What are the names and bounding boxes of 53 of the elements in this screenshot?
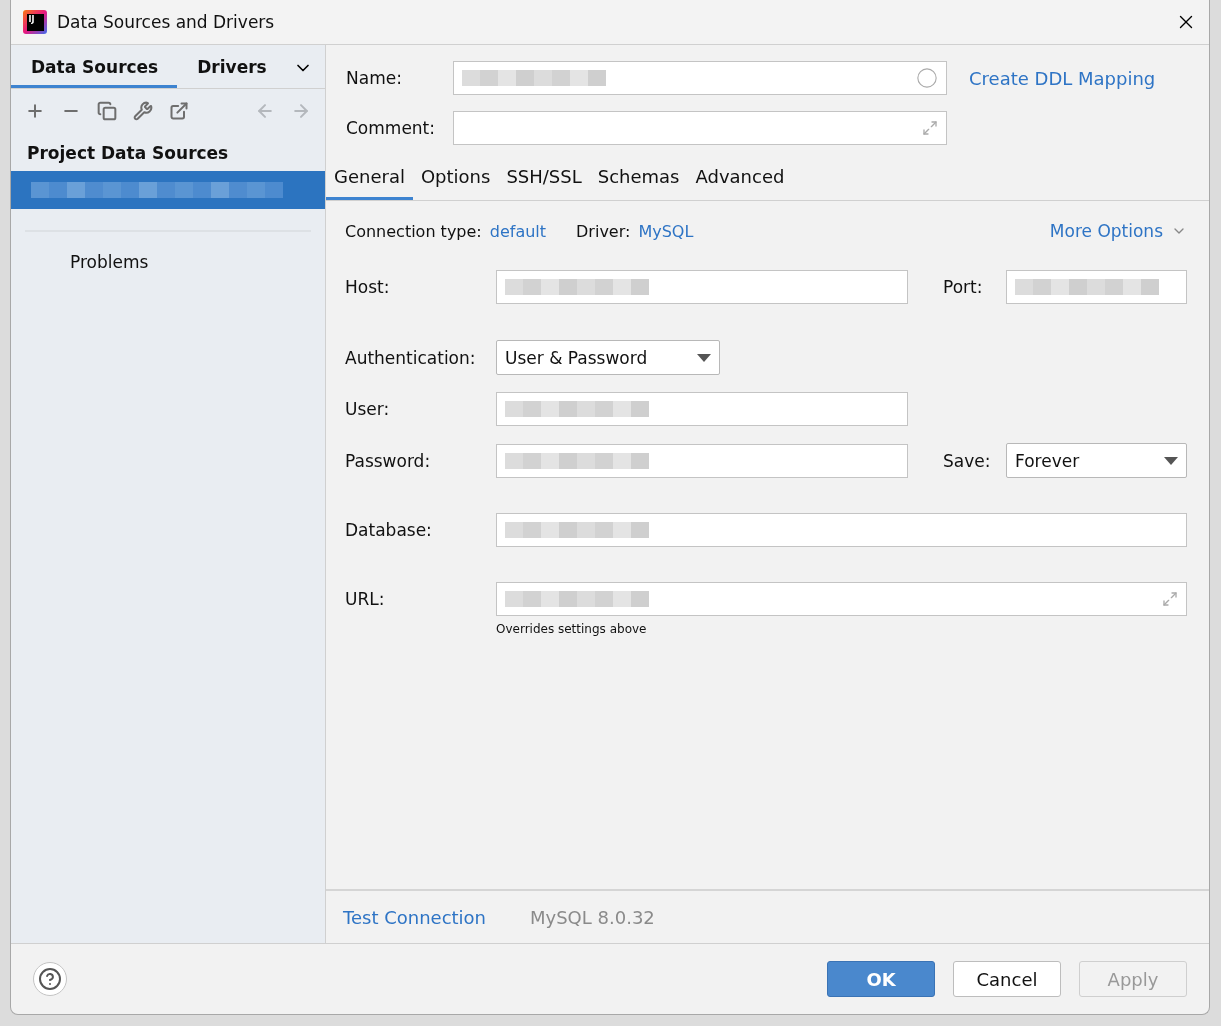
problems-item[interactable]: Problems bbox=[11, 252, 325, 272]
text-field[interactable] bbox=[496, 392, 908, 426]
tab[interactable]: General bbox=[326, 160, 413, 200]
dialog-button[interactable]: Cancel bbox=[953, 961, 1061, 997]
field-label: Save: bbox=[943, 450, 992, 471]
text-field[interactable] bbox=[496, 582, 1187, 616]
wrench-icon[interactable] bbox=[133, 101, 153, 121]
dropdown[interactable]: Forever bbox=[1006, 443, 1187, 478]
expand-icon[interactable] bbox=[1162, 591, 1178, 607]
expand-icon[interactable] bbox=[922, 120, 938, 136]
text-field[interactable] bbox=[496, 513, 1187, 547]
dialog-button[interactable]: OK bbox=[827, 961, 935, 997]
test-connection-link[interactable]: Test Connection bbox=[343, 906, 486, 928]
field-label: Driver: bbox=[576, 221, 631, 241]
tab[interactable]: SSH/SSL bbox=[498, 160, 590, 200]
driver-link[interactable]: MySQL bbox=[638, 221, 694, 241]
circle-icon bbox=[916, 67, 938, 89]
text-field[interactable] bbox=[1006, 270, 1187, 304]
create-ddl-mapping-link[interactable]: Create DDL Mapping bbox=[969, 67, 1156, 89]
section-heading: Project Data Sources bbox=[26, 142, 230, 165]
text-field[interactable] bbox=[453, 61, 947, 95]
export-icon[interactable] bbox=[169, 101, 189, 121]
text-field[interactable] bbox=[453, 111, 947, 145]
field-label: Port: bbox=[943, 277, 984, 297]
more-options-link[interactable]: More Options bbox=[1049, 221, 1163, 241]
tab[interactable]: Drivers bbox=[177, 57, 286, 88]
dropdown[interactable]: User & Password bbox=[496, 340, 720, 375]
field-label: Password: bbox=[345, 450, 432, 471]
window-title: Data Sources and Drivers bbox=[57, 12, 276, 32]
field-label: Authentication: bbox=[345, 347, 477, 368]
app-logo: IJ bbox=[23, 10, 47, 34]
tab[interactable]: Data Sources bbox=[11, 57, 178, 88]
tab[interactable]: Schemas bbox=[589, 160, 688, 200]
add-icon[interactable] bbox=[25, 101, 45, 121]
copy-icon[interactable] bbox=[97, 101, 117, 121]
text-field[interactable] bbox=[496, 270, 908, 304]
field-label: Comment: bbox=[346, 118, 437, 138]
driver-version: MySQL 8.0.32 bbox=[530, 906, 655, 928]
field-label: User: bbox=[345, 399, 391, 419]
connection-type-link[interactable]: default bbox=[489, 221, 547, 241]
field-label: URL: bbox=[345, 589, 386, 609]
caret-icon bbox=[1164, 456, 1178, 465]
help-button[interactable] bbox=[33, 962, 67, 996]
tab[interactable]: Advanced bbox=[687, 160, 793, 200]
field-label: Connection type: bbox=[345, 221, 482, 241]
data-source-item[interactable] bbox=[11, 171, 325, 209]
caret-icon bbox=[697, 353, 711, 362]
field-label: Host: bbox=[345, 277, 391, 297]
url-hint: Overrides settings above bbox=[496, 622, 648, 636]
text-field[interactable] bbox=[496, 443, 908, 478]
field-label: Name: bbox=[346, 68, 403, 88]
tab[interactable]: Options bbox=[412, 160, 499, 200]
field-label: Database: bbox=[345, 520, 433, 540]
